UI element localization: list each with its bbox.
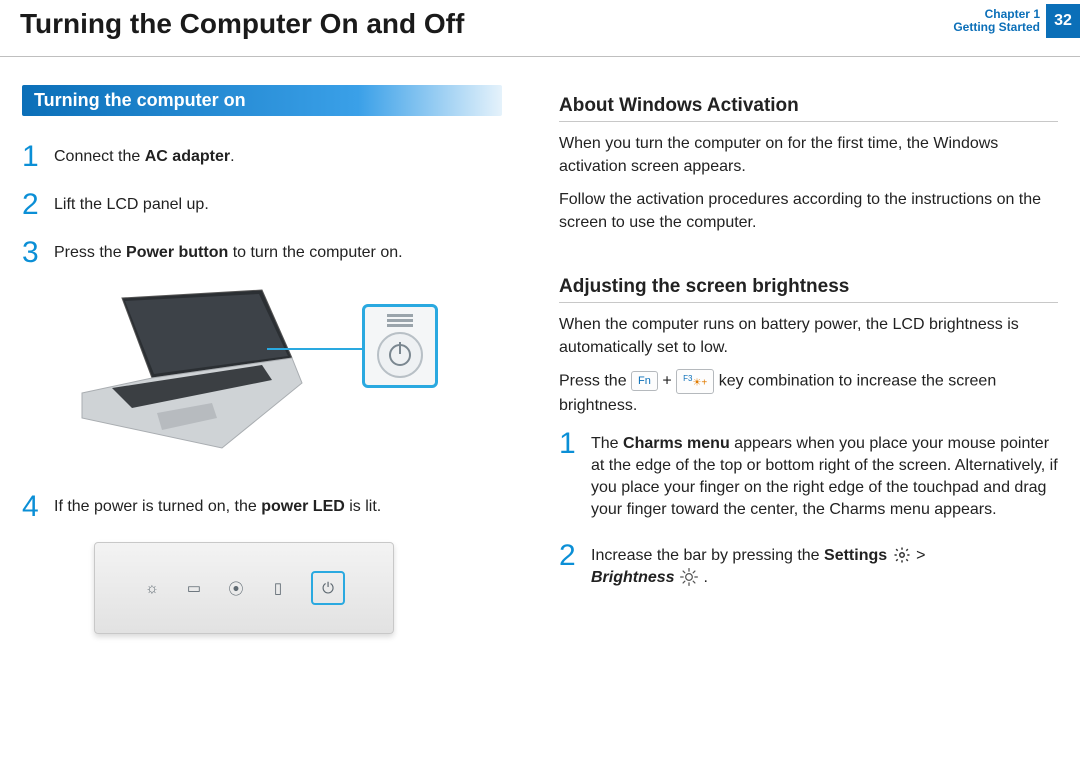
right-column: About Windows Activation When you turn t… bbox=[559, 85, 1058, 634]
power-led-icon: ⏻ bbox=[319, 579, 337, 597]
step-number: 1 bbox=[559, 431, 591, 457]
brightness-sun-icon bbox=[679, 567, 699, 587]
fn-key-icon: Fn bbox=[631, 371, 658, 391]
step-body: Lift the LCD panel up. bbox=[54, 192, 521, 216]
step-body: If the power is turned on, the power LED… bbox=[54, 494, 521, 518]
text-pre: Increase the bar by pressing the bbox=[591, 547, 824, 564]
laptop-svg bbox=[62, 288, 322, 468]
brightness-steps: 1 The Charms menu appears when you place… bbox=[559, 431, 1058, 589]
power-button-icon bbox=[377, 332, 423, 378]
power-on-steps: 1 Connect the AC adapter. 2 Lift the LCD… bbox=[22, 144, 521, 266]
chapter-line2: Getting Started bbox=[953, 21, 1040, 34]
step-number: 2 bbox=[22, 192, 54, 218]
step-4: 4 If the power is turned on, the power L… bbox=[22, 494, 521, 520]
activation-p2: Follow the activation procedures accordi… bbox=[559, 188, 1058, 234]
brightness-bold: Brightness bbox=[591, 569, 675, 586]
step-text-post: is lit. bbox=[345, 498, 381, 515]
text-pre: Press the bbox=[559, 373, 631, 390]
step-text-post: . bbox=[230, 148, 234, 165]
step-text-post: to turn the computer on. bbox=[228, 244, 402, 261]
brightness-led-icon: ☼ bbox=[143, 579, 161, 597]
text-pre: The bbox=[591, 435, 623, 452]
step-text-pre: Connect the bbox=[54, 148, 145, 165]
chapter-block: Chapter 1 Getting Started 32 bbox=[953, 4, 1080, 38]
step-body: Connect the AC adapter. bbox=[54, 144, 521, 168]
step-number: 1 bbox=[22, 144, 54, 170]
settings-gear-icon bbox=[892, 545, 912, 565]
step-number: 4 bbox=[22, 494, 54, 520]
left-column: Turning the computer on 1 Connect the AC… bbox=[22, 85, 521, 634]
power-on-steps-cont: 4 If the power is turned on, the power L… bbox=[22, 494, 521, 520]
gt: > bbox=[916, 547, 925, 564]
activation-p1: When you turn the computer on for the fi… bbox=[559, 132, 1058, 178]
bright-step-1: 1 The Charms menu appears when you place… bbox=[559, 431, 1058, 521]
step-number: 2 bbox=[559, 543, 591, 569]
activation-heading: About Windows Activation bbox=[559, 95, 1058, 117]
heading-rule bbox=[559, 302, 1058, 303]
brightness-heading: Adjusting the screen brightness bbox=[559, 276, 1058, 298]
heading-rule bbox=[559, 121, 1058, 122]
chapter-label: Chapter 1 Getting Started bbox=[953, 8, 1040, 34]
step-1: 1 Connect the AC adapter. bbox=[22, 144, 521, 170]
period: . bbox=[703, 569, 707, 586]
step-body: Increase the bar by pressing the Setting… bbox=[591, 543, 1058, 589]
step-text-bold: Power button bbox=[126, 244, 228, 261]
page-header: Turning the Computer On and Off Chapter … bbox=[0, 0, 1080, 50]
section-heading-bar: Turning the computer on bbox=[22, 85, 502, 116]
step-body: Press the Power button to turn the compu… bbox=[54, 240, 521, 264]
brightness-p1: When the computer runs on battery power,… bbox=[559, 313, 1058, 359]
wireless-led-icon: ⦿ bbox=[227, 579, 245, 597]
battery-led-icon: ▯ bbox=[269, 579, 287, 597]
led-panel-illustration: ☼ ▭ ⦿ ▯ ⏻ bbox=[94, 542, 394, 634]
step-body: The Charms menu appears when you place y… bbox=[591, 431, 1058, 521]
content: Turning the computer on 1 Connect the AC… bbox=[0, 57, 1080, 634]
step-2: 2 Lift the LCD panel up. bbox=[22, 192, 521, 218]
step-text-pre: If the power is turned on, the bbox=[54, 498, 261, 515]
page-number: 32 bbox=[1046, 4, 1080, 38]
step-number: 3 bbox=[22, 240, 54, 266]
plus-sign: + bbox=[662, 373, 676, 390]
hdd-led-icon: ▭ bbox=[185, 579, 203, 597]
step-text: Lift the LCD panel up. bbox=[54, 196, 209, 213]
speaker-lines-icon bbox=[387, 314, 413, 329]
step-3: 3 Press the Power button to turn the com… bbox=[22, 240, 521, 266]
text-bold: Charms menu bbox=[623, 435, 730, 452]
brightness-key-line: Press the Fn + F3☀+ key combination to i… bbox=[559, 369, 1058, 417]
settings-bold: Settings bbox=[824, 547, 887, 564]
f3-brightness-key-icon: F3☀+ bbox=[676, 369, 714, 394]
bright-step-2: 2 Increase the bar by pressing the Setti… bbox=[559, 543, 1058, 589]
step-text-bold: power LED bbox=[261, 498, 345, 515]
step-text-bold: AC adapter bbox=[145, 148, 230, 165]
callout-line bbox=[267, 348, 367, 350]
step-text-pre: Press the bbox=[54, 244, 126, 261]
laptop-illustration bbox=[62, 288, 521, 468]
power-button-callout bbox=[362, 304, 438, 388]
page-title: Turning the Computer On and Off bbox=[20, 8, 1080, 40]
power-led-highlight: ⏻ bbox=[311, 571, 345, 605]
